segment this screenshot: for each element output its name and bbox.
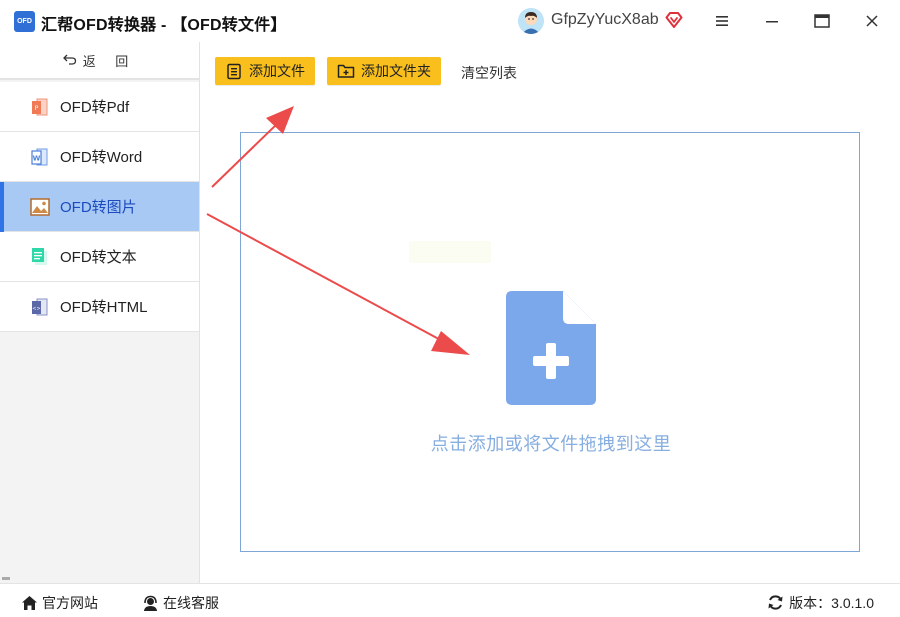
svg-text:W: W [33,154,41,162]
hamburger-icon [716,16,728,26]
sidebar: 返 回 P OFD转Pdf W OFD转Word OFD转图片 OFD转文本 <… [0,42,200,583]
version-label: 版本：3.0.1.0 [789,595,874,611]
refresh-icon[interactable] [767,594,785,612]
add-file-icon [225,62,243,80]
user-avatar[interactable] [518,8,544,34]
minimize-button[interactable] [758,8,786,34]
sidebar-item-label: OFD转Word [60,149,143,166]
pdf-icon: P [30,97,50,117]
sidebar-scroll-handle[interactable] [2,577,10,580]
username-label[interactable]: GfpZyYucX8ab [551,11,659,29]
sidebar-item-ofd-to-html[interactable]: <> OFD转HTML [0,282,199,332]
sidebar-item-label: OFD转文本 [60,249,137,266]
add-folder-button[interactable]: 添加文件夹 [327,57,441,85]
window-title: 汇帮OFD转换器 - 【OFD转文件】 [41,17,287,34]
back-arrow-icon [62,53,77,68]
status-bar: 官方网站 在线客服 版本：3.0.1.0 [0,583,900,617]
sidebar-item-label: OFD转Pdf [60,99,130,116]
sidebar-item-label: OFD转图片 [60,199,137,216]
back-button[interactable]: 返 回 [0,42,199,80]
headset-icon [141,594,159,612]
sidebar-item-ofd-to-image[interactable]: OFD转图片 [0,182,199,232]
add-document-icon [506,291,596,405]
sidebar-item-label: OFD转HTML [60,299,148,316]
conversion-menu: P OFD转Pdf W OFD转Word OFD转图片 OFD转文本 <> OF… [0,82,199,332]
close-icon [866,15,878,27]
clear-list-button[interactable]: 清空列表 [461,63,517,83]
word-icon: W [30,147,50,167]
close-button[interactable] [858,8,886,34]
svg-text:P: P [35,105,39,112]
html-icon: <> [30,297,50,317]
online-support-link[interactable]: 在线客服 [141,593,219,613]
image-icon [30,197,50,217]
menu-button[interactable] [708,8,736,34]
back-label: 返 回 [82,53,137,69]
app-logo-text: OFD [17,18,32,25]
svg-text:<>: <> [32,306,40,312]
app-logo-icon: OFD [14,11,35,32]
sidebar-item-ofd-to-text[interactable]: OFD转文本 [0,232,199,282]
online-support-label: 在线客服 [163,595,219,611]
file-drop-zone[interactable]: 点击添加或将文件拖拽到这里 [240,132,860,552]
home-icon [20,594,38,612]
add-file-label: 添加文件 [249,63,305,79]
maximize-icon [814,14,830,28]
text-icon [30,247,50,267]
vip-diamond-icon[interactable] [664,10,684,30]
add-folder-label: 添加文件夹 [361,63,431,79]
faint-watermark [409,241,491,263]
sidebar-item-ofd-to-word[interactable]: W OFD转Word [0,132,199,182]
maximize-button[interactable] [808,8,836,34]
title-bar: OFD 汇帮OFD转换器 - 【OFD转文件】 GfpZyYucX8ab [0,0,900,42]
drop-hint-text: 点击添加或将文件拖拽到这里 [430,434,672,454]
minimize-icon [766,21,778,23]
version-info: 版本：3.0.1.0 [767,593,874,613]
add-folder-icon [337,62,355,80]
add-file-button[interactable]: 添加文件 [215,57,315,85]
official-website-link[interactable]: 官方网站 [20,593,98,613]
sidebar-item-ofd-to-pdf[interactable]: P OFD转Pdf [0,82,199,132]
official-website-label: 官方网站 [42,595,98,611]
